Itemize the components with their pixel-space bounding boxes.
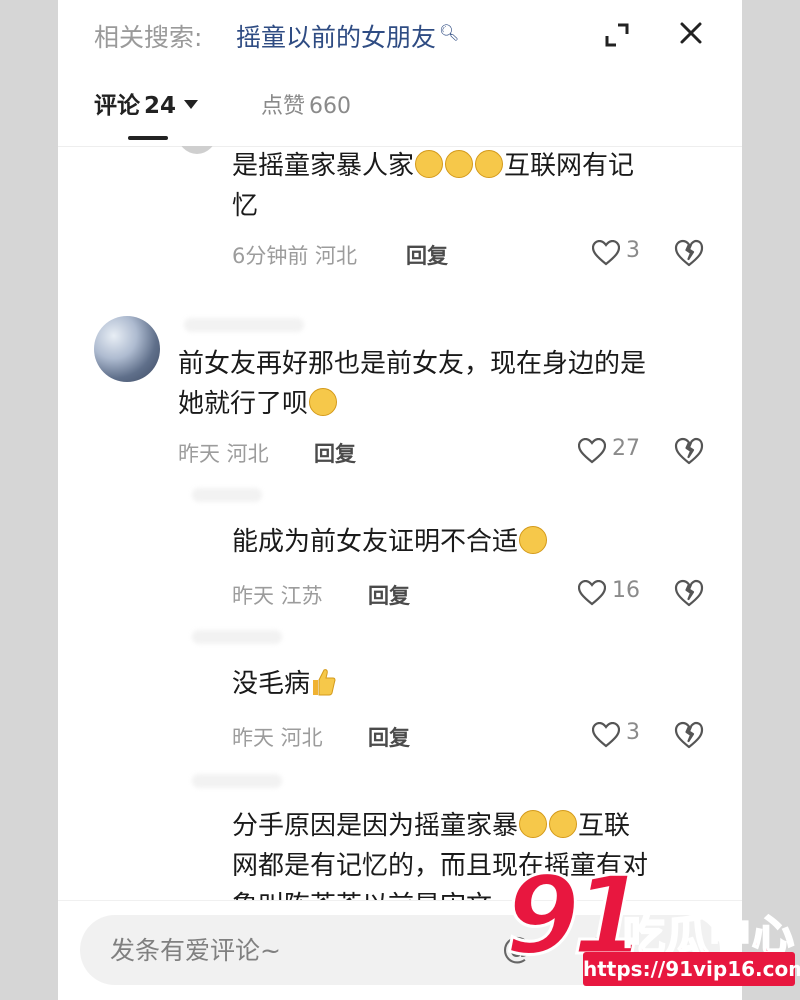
heart-icon [578, 438, 606, 464]
related-search-link[interactable]: 摇童以前的女朋友 🔍︎ [236, 18, 459, 54]
username-blurred[interactable] [192, 488, 262, 502]
like-count: 3 [626, 238, 640, 263]
comment-time-location: 昨天 河北 [178, 442, 269, 466]
like-count: 16 [612, 578, 640, 603]
comment-tabs: 评论 24 点赞 660 [58, 72, 742, 147]
comment-line: 能成为前女友证明不合适 [232, 527, 519, 557]
heart-icon [592, 722, 620, 748]
comment-line: 象叫陈苓苓以前是宋文 [232, 891, 492, 900]
reply-button[interactable]: 回复 [368, 722, 410, 752]
grinning-emoji-icon [549, 809, 578, 838]
dislike-icon[interactable] [674, 579, 704, 607]
laughing-tears-emoji-icon [445, 149, 474, 178]
grinning-emoji-icon [475, 149, 504, 178]
thumbs-up-emoji-icon [313, 668, 336, 695]
tab-comments[interactable]: 评论 24 [94, 86, 199, 120]
like-button[interactable]: 3 [592, 238, 652, 268]
tab-likes[interactable]: 点赞 660 [261, 88, 351, 120]
like-button[interactable]: 3 [592, 720, 652, 750]
heart-icon [578, 580, 606, 606]
comment-time-location: 昨天 江苏 [232, 584, 323, 608]
comment-text: 能成为前女友证明不合适 [232, 522, 548, 562]
comment-line: 她就行了呗 [178, 389, 309, 419]
grinning-emoji-icon [519, 809, 548, 838]
comment-panel: 相关搜索: 摇童以前的女朋友 🔍︎ 评论 24 点赞 660 是摇童家暴人家 互联网有记… [58, 0, 742, 1000]
avatar[interactable] [178, 146, 216, 154]
smiling-emoji-icon [519, 525, 548, 554]
like-button[interactable]: 16 [578, 578, 652, 608]
related-search-bar: 相关搜索: 摇童以前的女朋友 🔍︎ [58, 0, 742, 72]
comment-line: 没毛病 [232, 669, 311, 699]
reply-button[interactable]: 回复 [314, 438, 356, 468]
close-icon[interactable] [678, 20, 704, 46]
tab-comments-label: 评论 [94, 93, 140, 119]
comment-text: 前女友再好那也是前女友，现在身边的是 她就行了呗 [178, 344, 646, 424]
site-watermark: 91 吃瓜中心 https://91vip16.com [503, 860, 800, 1000]
comment-time-location: 6分钟前 河北 [232, 244, 358, 268]
reply-button[interactable]: 回复 [368, 580, 410, 610]
dislike-icon[interactable] [674, 239, 704, 267]
username-blurred[interactable] [192, 630, 282, 644]
heart-icon [592, 240, 620, 266]
like-count: 27 [612, 436, 640, 461]
related-search-query: 摇童以前的女朋友 [236, 23, 437, 52]
dislike-icon[interactable] [674, 437, 704, 465]
like-count: 3 [626, 720, 640, 745]
comment-line: 忆 [232, 191, 259, 221]
comment-list: 是摇童家暴人家 互联网有记忆 6分钟前 河北 回复 3 前女友再好那也是前女友，现… [58, 146, 742, 900]
tab-likes-label: 点赞 [261, 94, 306, 119]
search-icon: 🔍︎ [439, 23, 460, 42]
comment-time-location: 昨天 河北 [232, 726, 323, 750]
dislike-icon[interactable] [674, 721, 704, 749]
comment-text: 没毛病 [232, 664, 336, 704]
avatar[interactable] [94, 316, 160, 382]
comment-line: 前女友再好那也是前女友，现在身边的是 [178, 349, 647, 379]
expand-icon[interactable] [604, 22, 630, 48]
reply-button[interactable]: 回复 [406, 240, 448, 270]
like-button[interactable]: 27 [578, 436, 652, 466]
caret-down-icon [184, 100, 199, 109]
tab-comments-count: 24 [144, 93, 177, 119]
active-tab-indicator [128, 136, 168, 140]
tab-likes-count: 660 [309, 94, 352, 119]
related-search-prefix: 相关搜索: [94, 23, 203, 52]
comment-line: 分手原因是因为摇童家暴 [232, 811, 519, 841]
username-blurred[interactable] [184, 318, 304, 332]
laughing-tears-emoji-icon [415, 149, 444, 178]
watermark-url: https://91vip16.com [583, 952, 800, 986]
comment-line: 互联网有记 [504, 151, 635, 181]
smiling-emoji-icon [309, 387, 338, 416]
username-blurred[interactable] [192, 774, 282, 788]
comment-line: 是摇童家暴人家 [232, 151, 415, 181]
comment-line: 互联 [578, 811, 631, 841]
comment-text: 是摇童家暴人家 互联网有记忆 [232, 146, 634, 226]
